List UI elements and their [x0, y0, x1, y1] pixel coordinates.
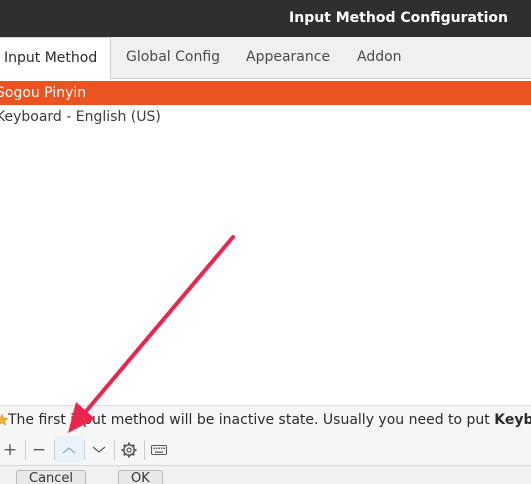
- list-item[interactable]: Keyboard - English (US): [0, 105, 531, 129]
- tab-label: Global Config: [126, 49, 221, 65]
- ok-button[interactable]: OK: [118, 470, 163, 484]
- tab-global-config[interactable]: Global Config: [126, 37, 220, 78]
- star-icon: [0, 414, 8, 426]
- title-bar: Input Method Configuration: [0, 0, 531, 37]
- tab-appearance[interactable]: Appearance: [246, 37, 330, 78]
- chevron-down-icon: [92, 446, 106, 453]
- cancel-label: Cancel: [29, 471, 74, 484]
- keyboard-layout-button[interactable]: [145, 436, 173, 463]
- chevron-up-icon: [62, 446, 76, 453]
- info-bold: Keyboard: [494, 412, 531, 428]
- input-method-name: Keyboard - English (US): [0, 109, 161, 125]
- tab-input-method[interactable]: Input Method: [0, 37, 111, 80]
- configure-button[interactable]: [115, 436, 143, 463]
- tab-addon[interactable]: Addon: [357, 37, 402, 78]
- list-item[interactable]: Sogou Pinyin: [0, 81, 531, 105]
- gear-icon: [121, 442, 137, 457]
- move-up-button[interactable]: [55, 436, 83, 463]
- info-text: The first input method will be inactive …: [8, 412, 495, 428]
- tab-label: Input Method: [4, 50, 98, 66]
- window-title: Input Method Configuration: [289, 10, 508, 26]
- add-icon: +: [2, 439, 18, 460]
- tab-label: Appearance: [246, 49, 331, 65]
- cancel-button[interactable]: Cancel: [16, 470, 87, 484]
- add-button[interactable]: +: [0, 436, 24, 463]
- info-message: The first input method will be inactive …: [8, 412, 531, 428]
- move-down-button[interactable]: [85, 436, 113, 463]
- dialog-button-area: Cancel OK: [0, 465, 531, 484]
- ok-label: OK: [131, 471, 150, 484]
- remove-icon: −: [31, 439, 47, 460]
- input-method-list[interactable]: Sogou Pinyin Keyboard - English (US): [0, 79, 531, 405]
- list-toolbar: + −: [0, 435, 531, 465]
- keyboard-icon: [151, 444, 167, 455]
- tab-bar: Input Method Global Config Appearance Ad…: [0, 37, 531, 80]
- input-method-name: Sogou Pinyin: [0, 85, 87, 101]
- tab-label: Addon: [357, 49, 402, 65]
- info-bar: The first input method will be inactive …: [0, 405, 531, 436]
- remove-button[interactable]: −: [25, 436, 53, 463]
